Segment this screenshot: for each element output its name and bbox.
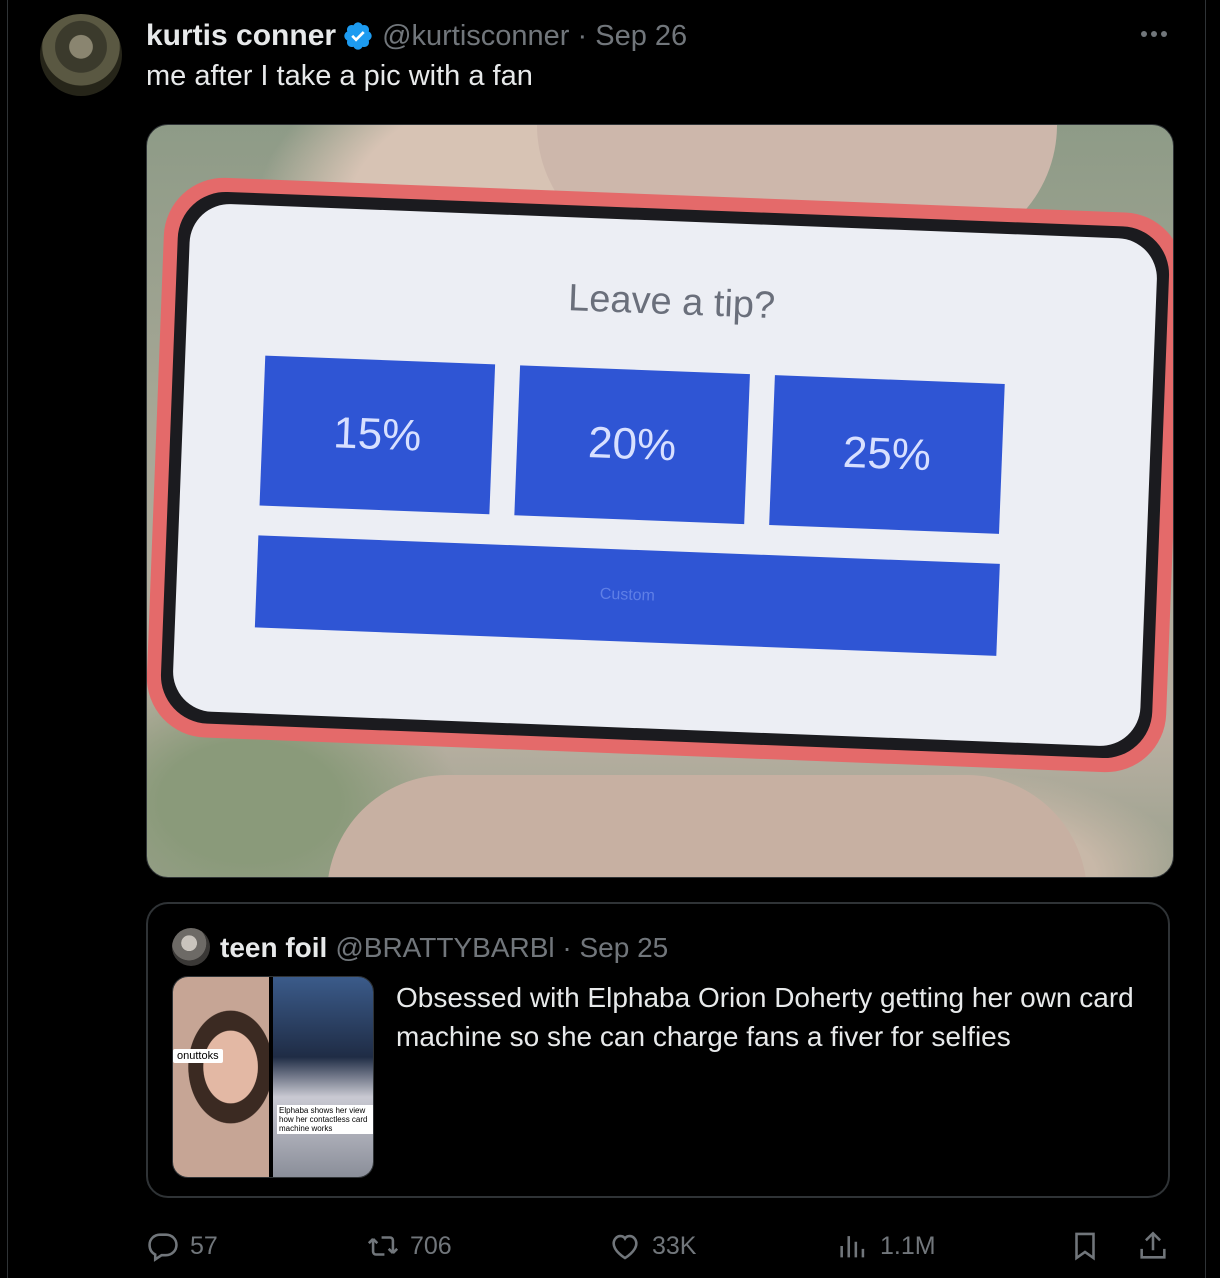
- like-count: 33K: [652, 1231, 697, 1260]
- reply-count: 57: [190, 1231, 218, 1260]
- author-avatar[interactable]: [40, 14, 122, 96]
- author-name[interactable]: kurtis conner: [146, 19, 336, 53]
- reply-button[interactable]: 57: [146, 1226, 218, 1266]
- quoted-tweet[interactable]: teen foil @BRATTYBARBl · Sep 25 onuttoks…: [146, 902, 1170, 1198]
- hand-fingers: [327, 775, 1087, 877]
- repost-count: 706: [410, 1231, 452, 1260]
- repost-button[interactable]: 706: [366, 1226, 452, 1266]
- frame-border-right: [1205, 0, 1206, 1278]
- tweet-actions: 57 706 33K 1.1M: [146, 1226, 1172, 1266]
- thumbnail-right-frame: [273, 977, 373, 1177]
- phone: Leave a tip? 15% 20% 25% Custom: [147, 175, 1173, 775]
- share-button[interactable]: [1136, 1226, 1170, 1266]
- tip-option-15: 15%: [259, 355, 496, 515]
- thumbnail-left-frame: [173, 977, 269, 1177]
- phone-bezel: Leave a tip? 15% 20% 25% Custom: [159, 190, 1171, 760]
- quoted-tweet-text: Obsessed with Elphaba Orion Doherty gett…: [396, 982, 1134, 1052]
- bookmark-icon: [1075, 1232, 1095, 1261]
- reply-icon: [148, 1233, 178, 1262]
- tip-prompt: Leave a tip?: [567, 277, 776, 328]
- heart-icon: [612, 1234, 638, 1260]
- quoted-author-handle-time[interactable]: @BRATTYBARBl · Sep 25: [335, 932, 668, 964]
- tip-option-20: 20%: [514, 365, 750, 525]
- like-button[interactable]: 33K: [608, 1226, 696, 1266]
- tweet-text: me after I take a pic with a fan: [146, 60, 533, 92]
- quoted-author-name[interactable]: teen foil: [220, 932, 327, 964]
- tip-option-custom: Custom: [254, 535, 1000, 656]
- quoted-media-thumbnail[interactable]: onuttoks Elphaba shows her view how her …: [172, 976, 374, 1178]
- more-options-icon[interactable]: [1138, 22, 1170, 46]
- tweet-header: kurtis conner @kurtisconner · Sep 26: [146, 16, 687, 56]
- views-chart-icon: [840, 1236, 865, 1258]
- frame-border-left: [7, 0, 8, 1278]
- repost-icon: [367, 1236, 399, 1256]
- views-button[interactable]: 1.1M: [836, 1226, 936, 1266]
- views-count: 1.1M: [880, 1231, 936, 1260]
- quoted-tweet-header: teen foil @BRATTYBARBl · Sep 25: [220, 930, 668, 966]
- phone-screen: Leave a tip? 15% 20% 25% Custom: [171, 202, 1159, 748]
- author-handle-time[interactable]: @kurtisconner · Sep 26: [382, 20, 687, 53]
- share-icon: [1140, 1231, 1166, 1259]
- tweet-media-image[interactable]: Leave a tip? 15% 20% 25% Custom: [146, 124, 1174, 878]
- bookmark-button[interactable]: [1068, 1226, 1102, 1266]
- verified-badge-icon[interactable]: [342, 20, 374, 52]
- thumbnail-caption: Elphaba shows her view how her contactle…: [277, 1105, 373, 1134]
- quoted-author-avatar[interactable]: [172, 928, 210, 966]
- tip-option-25: 25%: [769, 375, 1005, 534]
- thumbnail-label: onuttoks: [173, 1049, 223, 1063]
